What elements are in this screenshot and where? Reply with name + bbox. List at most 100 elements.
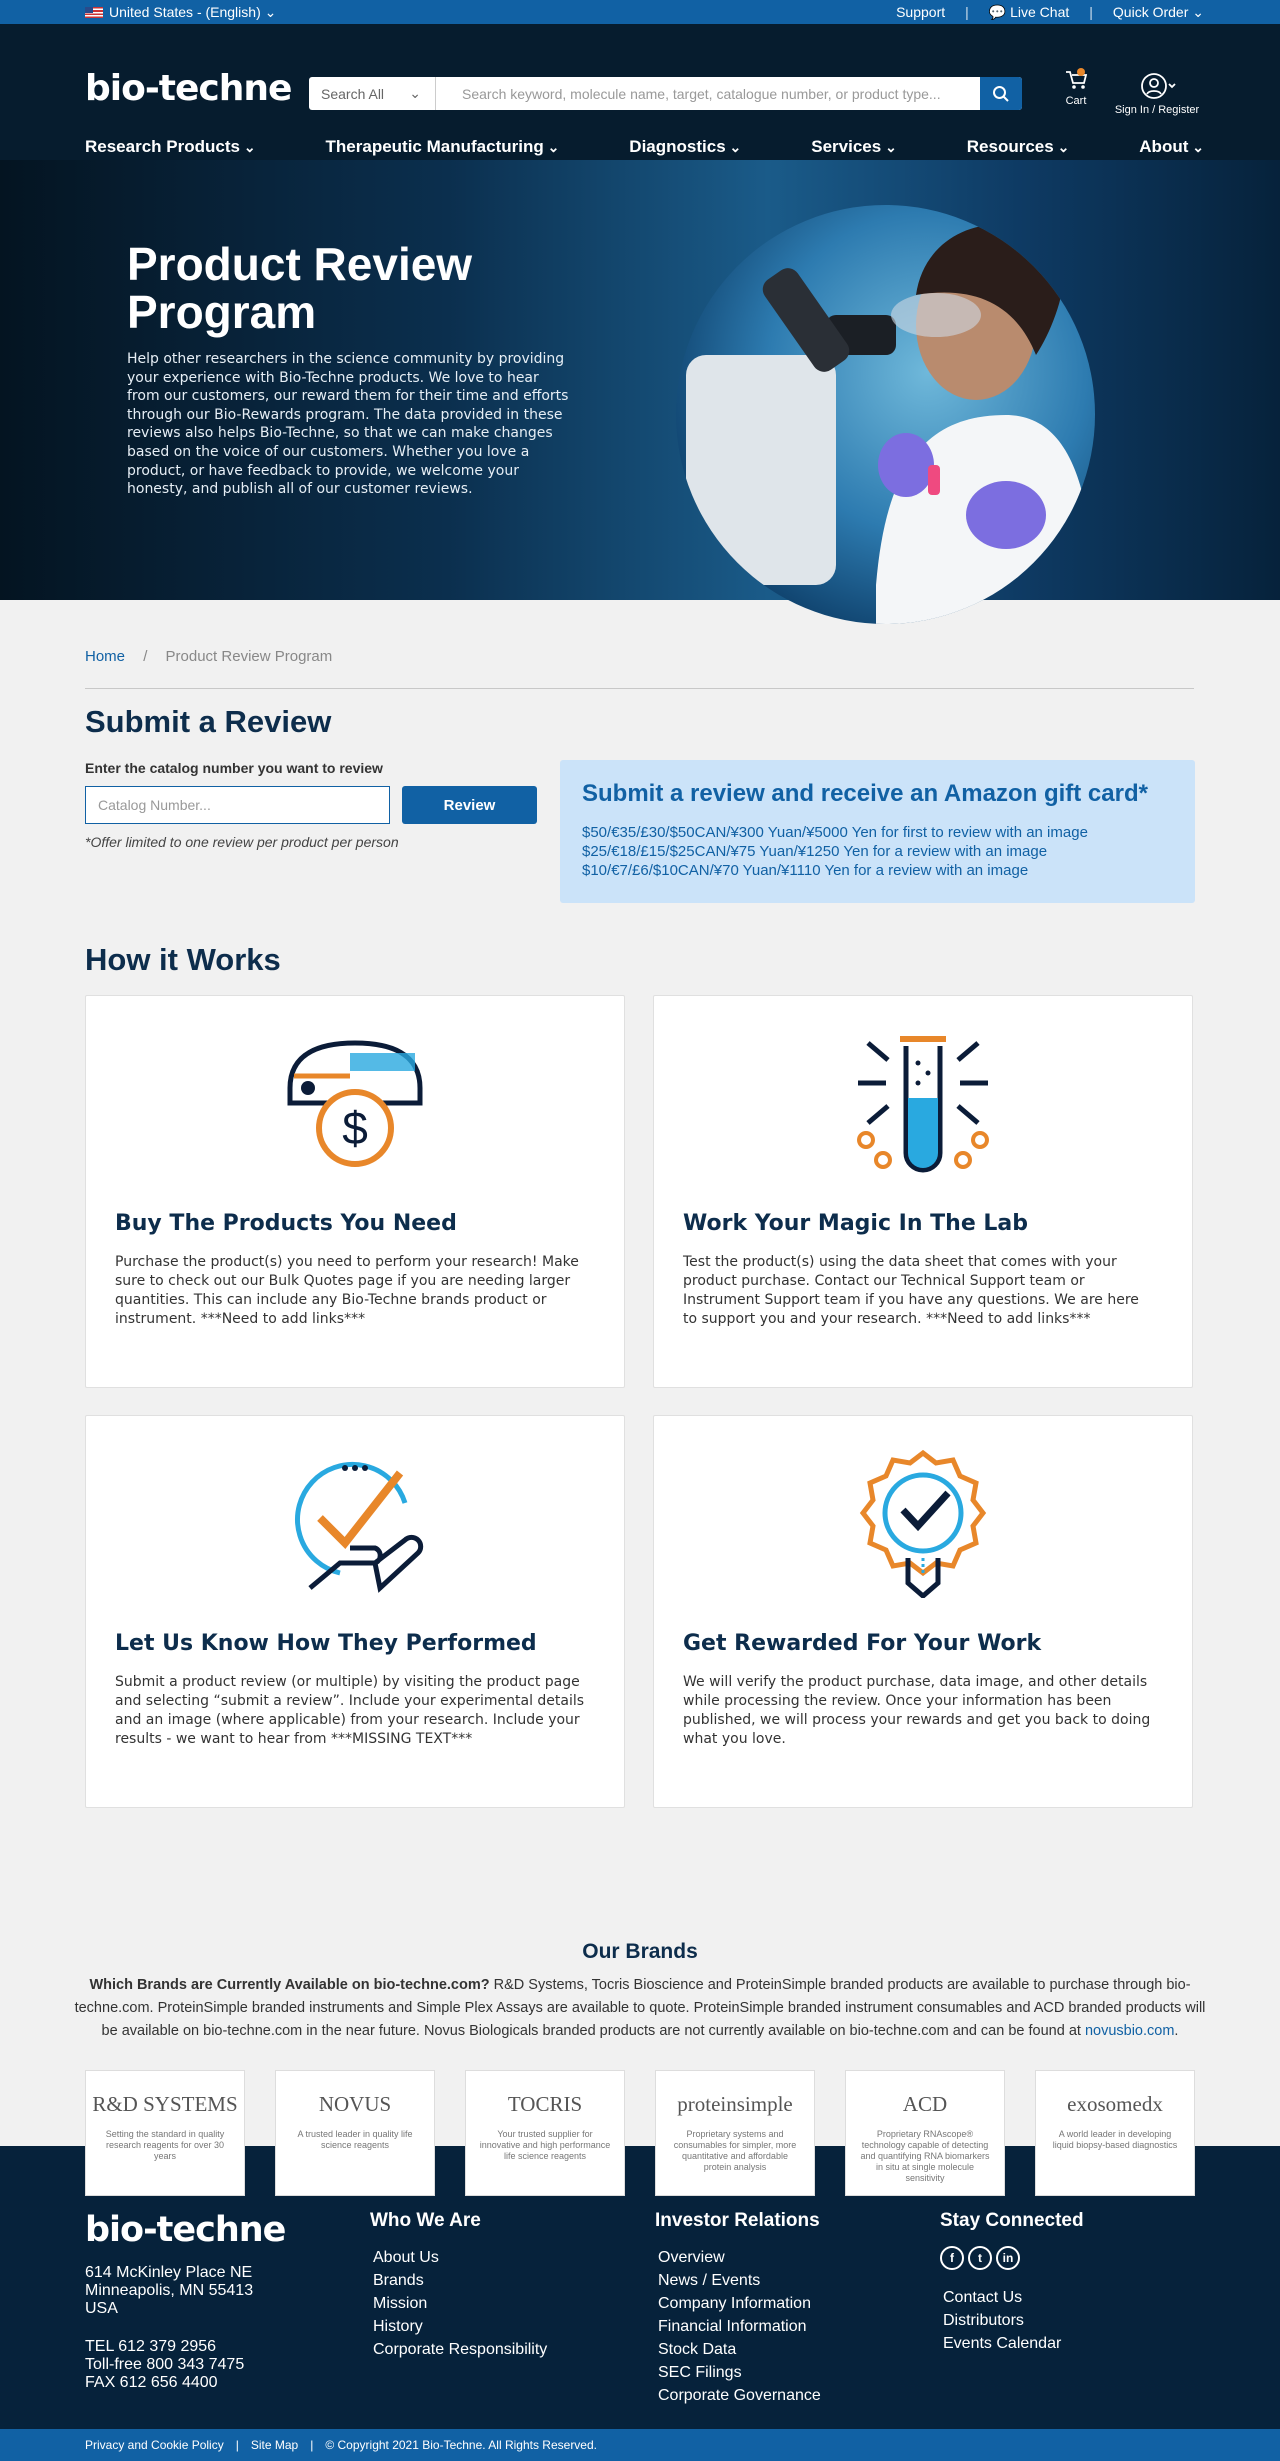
badge-check-icon [859,1449,987,1598]
hero-description: Help other researchers in the science co… [127,351,569,498]
footer-logo[interactable]: bio-techne [85,2210,286,2250]
footer-link[interactable]: Company Information [655,2292,821,2315]
nav-services[interactable]: Services [811,137,897,157]
submit-review-title: Submit a Review [85,704,332,739]
chevron-down-icon: ⌄ [409,85,421,101]
nav-diagnostics[interactable]: Diagnostics [629,137,741,157]
footer-link[interactable]: Distributors [940,2309,1084,2332]
step-text: We will verify the product purchase, dat… [683,1674,1151,1747]
brand-card-exosomedx[interactable]: exosomedx A world leader in developing l… [1035,2070,1195,2196]
brands-title: Our Brands [582,1940,698,1963]
exosomedx-logo: exosomedx [1067,2091,1163,2116]
novus-logo: NOVUS [318,2091,392,2116]
brand-card-rnd-systems[interactable]: R&D SYSTEMS Setting the standard in qual… [85,2070,245,2196]
offer-note: *Offer limited to one review per product… [85,834,399,850]
test-tube-icon [857,1036,989,1173]
support-link[interactable]: Support [896,4,945,20]
nav-resources[interactable]: Resources [967,137,1070,157]
social-links: f t in [940,2246,1084,2270]
step-text: Purchase the product(s) you need to perf… [115,1254,579,1327]
footer-link[interactable]: Corporate Responsibility [370,2338,547,2361]
review-button[interactable]: Review [402,786,537,824]
footer-stay-connected: Stay Connected f t in Contact Us Distrib… [940,2210,1084,2355]
brand-card-tocris[interactable]: TOCRIS Your trusted supplier for innovat… [465,2070,625,2196]
divider [85,688,1194,689]
search-icon [993,85,1009,102]
gift-line-2: $25/€18/£15/$25CAN/¥75 Yuan/¥1250 Yen fo… [582,843,1048,860]
brand-card-acd[interactable]: ACD Proprietary RNAscope® technology cap… [845,2070,1005,2196]
nav-research-products[interactable]: Research Products [85,137,256,157]
footer-who-we-are: Who We Are About Us Brands Mission Histo… [370,2210,547,2361]
live-chat-link[interactable]: 💬 Live Chat [989,4,1069,21]
step-title: Get Rewarded For Your Work [683,1631,1042,1656]
how-it-works-title: How it Works [85,942,281,977]
user-icon [1141,73,1176,99]
step-text: Test the product(s) using the data sheet… [683,1254,1139,1327]
search-button[interactable] [980,77,1022,110]
catalog-number-input[interactable]: Catalog Number... [85,786,390,824]
gift-card-title: Submit a review and receive an Amazon gi… [582,780,1148,807]
footer-link[interactable]: Overview [655,2246,821,2269]
footer-link[interactable]: History [370,2315,547,2338]
gift-line-1: $50/€35/£30/$50CAN/¥300 Yuan/¥5000 Yen f… [582,824,1088,841]
proteinsimple-logo: proteinsimple [677,2091,793,2116]
dollar-machine-icon: $ [287,1040,423,1167]
rnd-systems-logo: R&D SYSTEMS [92,2091,238,2116]
copyright: © Copyright 2021 Bio-Techne. All Rights … [325,2438,597,2452]
gift-card-box: Submit a review and receive an Amazon gi… [560,760,1195,903]
footer-link[interactable]: SEC Filings [655,2361,821,2384]
step-text: Submit a product review (or multiple) by… [115,1674,585,1747]
bottom-bar: Privacy and Cookie Policy | Site Map | ©… [0,2429,1280,2461]
privacy-policy-link[interactable]: Privacy and Cookie Policy [85,2438,224,2452]
brand-card-novus[interactable]: NOVUS A trusted leader in quality life s… [275,2070,435,2196]
nav-about[interactable]: About [1139,137,1204,157]
catalog-label: Enter the catalog number you want to rev… [85,760,383,776]
bio-techne-logo[interactable]: bio-techne [85,68,292,109]
gift-line-3: $10/€7/£6/$10CAN/¥70 Yuan/¥1110 Yen for … [582,862,1029,879]
quick-order-link[interactable]: Quick Order ⌄ [1113,4,1204,21]
search-input[interactable]: Search keyword, molecule name, target, c… [436,77,980,110]
footer-link[interactable]: Contact Us [940,2286,1084,2309]
step-card-buy: $ Buy The Products You Need Purchase the… [85,995,625,1388]
footer-address: 614 McKinley Place NE Minneapolis, MN 55… [85,2264,254,2317]
breadcrumb-home[interactable]: Home [85,648,125,665]
cart-button[interactable]: Cart [1058,68,1094,107]
step-title: Let Us Know How They Performed [115,1631,537,1656]
footer-phones: TEL 612 379 2956 Toll-free 800 343 7475 … [85,2338,245,2391]
our-brands-section: Our Brands Which Brands are Currently Av… [0,1940,1280,2043]
footer-link[interactable]: Events Calendar [940,2332,1084,2355]
footer-link[interactable]: Corporate Governance [655,2384,821,2407]
us-flag-icon [85,7,103,19]
top-bar: United States - (English) ⌄ Support | 💬 … [0,0,1280,24]
breadcrumb-current: Product Review Program [165,648,333,665]
search-category-select[interactable]: Search All ⌄ [309,77,436,110]
footer-link[interactable]: Brands [370,2269,547,2292]
brand-card-proteinsimple[interactable]: proteinsimple Proprietary systems and co… [655,2070,815,2196]
novusbio-link[interactable]: novusbio.com [1085,2023,1174,2039]
twitter-icon[interactable]: t [968,2246,992,2270]
sign-in-button[interactable]: Sign In / Register [1110,71,1204,116]
footer-link[interactable]: News / Events [655,2269,821,2292]
linkedin-icon[interactable]: in [996,2246,1020,2270]
footer-link[interactable]: Stock Data [655,2338,821,2361]
chat-icon: 💬 [988,3,1007,20]
nav-therapeutic-manufacturing[interactable]: Therapeutic Manufacturing [326,137,560,157]
step-card-lab: Work Your Magic In The Lab Test the prod… [653,995,1193,1388]
search-bar: Search All ⌄ Search keyword, molecule nam… [309,77,1022,110]
site-map-link[interactable]: Site Map [251,2438,298,2452]
main-nav: Research Products Therapeutic Manufactur… [85,137,1204,157]
footer-investor-relations: Investor Relations Overview News / Event… [655,2210,821,2407]
footer-link[interactable]: Mission [370,2292,547,2315]
acd-logo: ACD [902,2091,948,2116]
step-card-reward: Get Rewarded For Your Work We will verif… [653,1415,1193,1808]
footer-link[interactable]: Financial Information [655,2315,821,2338]
footer-link[interactable]: About Us [370,2246,547,2269]
cart-icon [1066,68,1088,89]
region-selector[interactable]: United States - (English) ⌄ [85,4,276,21]
hero-title: Product Review Program [127,238,473,338]
hero-banner: Product Review Program Help other resear… [0,160,1280,624]
step-title: Work Your Magic In The Lab [683,1211,1029,1236]
check-hand-icon [295,1462,424,1593]
header: bio-techne Search All ⌄ Search keyword, m… [0,24,1280,160]
facebook-icon[interactable]: f [940,2246,964,2270]
